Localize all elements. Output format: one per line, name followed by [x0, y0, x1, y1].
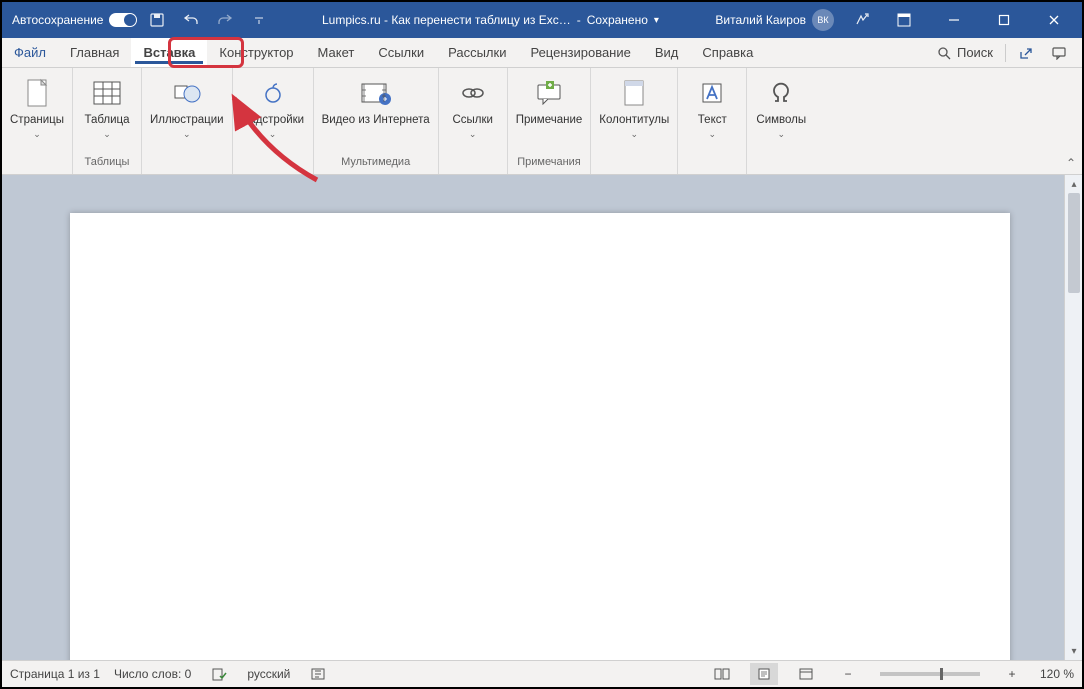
scroll-thumb[interactable]: [1068, 193, 1080, 293]
chevron-down-icon: ⌄: [183, 129, 191, 140]
zoom-slider[interactable]: [880, 672, 980, 676]
group-text: Текст ⌄: [678, 68, 747, 174]
minimize-button[interactable]: [932, 2, 976, 38]
group-links: Ссылки ⌄: [439, 68, 508, 174]
comment-button[interactable]: Примечание: [510, 72, 589, 154]
save-icon[interactable]: [143, 6, 171, 34]
group-comments: Примечание Примечания: [508, 68, 592, 174]
search-icon: [937, 46, 951, 60]
text-icon: [695, 76, 729, 110]
collapse-ribbon-icon[interactable]: ⌃: [1066, 156, 1076, 170]
document-title: Lumpics.ru - Как перенести таблицу из Ex…: [279, 13, 701, 27]
link-icon: [456, 76, 490, 110]
video-icon: [359, 76, 393, 110]
group-media: Видео из Интернета Мультимедиа: [314, 68, 439, 174]
maximize-button[interactable]: [982, 2, 1026, 38]
share-button[interactable]: [1010, 41, 1040, 65]
tab-home[interactable]: Главная: [58, 38, 131, 67]
comments-button[interactable]: [1044, 41, 1074, 65]
group-tables: Таблица ⌄ Таблицы: [73, 68, 142, 174]
vertical-scrollbar[interactable]: ▴ ▾: [1064, 175, 1082, 660]
chevron-down-icon: ⌄: [469, 129, 477, 140]
coming-soon-icon[interactable]: [848, 6, 876, 34]
chevron-down-icon: ⌄: [33, 129, 41, 140]
redo-icon[interactable]: [211, 6, 239, 34]
avatar: ВК: [812, 9, 834, 31]
zoom-level[interactable]: 120 %: [1040, 667, 1074, 681]
symbols-button[interactable]: Символы ⌄: [749, 72, 813, 154]
pages-button[interactable]: Страницы ⌄: [4, 72, 70, 154]
ribbon: Страницы ⌄ Таблица ⌄ Таблицы Иллюстрации…: [2, 68, 1082, 175]
zoom-in-icon[interactable]: +: [998, 663, 1026, 685]
autosave-toggle[interactable]: [109, 13, 137, 27]
autosave-label: Автосохранение: [12, 13, 103, 27]
addin-icon: [256, 76, 290, 110]
user-name: Виталий Каиров: [715, 13, 806, 27]
page-icon: [20, 76, 54, 110]
tab-review[interactable]: Рецензирование: [518, 38, 642, 67]
macros-icon[interactable]: [304, 663, 332, 685]
addins-button[interactable]: Надстройки ⌄: [235, 72, 311, 154]
group-addins: Надстройки ⌄: [233, 68, 314, 174]
zoom-out-icon[interactable]: −: [834, 663, 862, 685]
page-info[interactable]: Страница 1 из 1: [10, 667, 100, 681]
chevron-down-icon: ⌄: [631, 129, 639, 140]
search-label: Поиск: [957, 45, 993, 60]
qat-customize-icon[interactable]: [245, 6, 273, 34]
language-status[interactable]: русский: [247, 667, 290, 681]
header-icon: [617, 76, 651, 110]
ribbon-tabs: Файл Главная Вставка Конструктор Макет С…: [2, 38, 1082, 68]
links-button[interactable]: Ссылки ⌄: [441, 72, 505, 154]
text-button[interactable]: Текст ⌄: [680, 72, 744, 154]
scroll-up-icon[interactable]: ▴: [1065, 175, 1082, 193]
word-count[interactable]: Число слов: 0: [114, 667, 191, 681]
group-label-tables: Таблицы: [85, 154, 130, 171]
shapes-icon: [170, 76, 204, 110]
tab-insert[interactable]: Вставка: [131, 38, 207, 67]
document-page[interactable]: [70, 213, 1010, 660]
user-section[interactable]: Виталий Каиров ВК: [707, 9, 842, 31]
web-layout-icon[interactable]: [792, 663, 820, 685]
group-label-media: Мультимедиа: [341, 154, 410, 171]
group-symbols: Символы ⌄: [747, 68, 815, 174]
search-button[interactable]: Поиск: [929, 45, 1001, 60]
spellcheck-icon[interactable]: [205, 663, 233, 685]
autosave-section: Автосохранение: [8, 13, 137, 27]
online-video-button[interactable]: Видео из Интернета: [316, 72, 436, 154]
close-button[interactable]: [1032, 2, 1076, 38]
chevron-down-icon: ⌄: [709, 129, 717, 140]
chevron-down-icon: ⌄: [103, 129, 111, 140]
tab-references[interactable]: Ссылки: [366, 38, 436, 67]
table-icon: [90, 76, 124, 110]
tab-help[interactable]: Справка: [690, 38, 765, 67]
chevron-down-icon: ⌄: [269, 129, 277, 140]
group-label-comments: Примечания: [517, 154, 581, 171]
document-area: ▴ ▾: [2, 175, 1082, 660]
print-layout-icon[interactable]: [750, 663, 778, 685]
ribbon-display-icon[interactable]: [882, 2, 926, 38]
tab-layout[interactable]: Макет: [306, 38, 367, 67]
tab-file[interactable]: Файл: [2, 38, 58, 67]
title-bar: Автосохранение Lumpics.ru - Как перенест…: [2, 2, 1082, 38]
comment-icon: [532, 76, 566, 110]
read-mode-icon[interactable]: [708, 663, 736, 685]
doc-title-text: Lumpics.ru - Как перенести таблицу из Ex…: [322, 13, 571, 27]
chevron-down-icon: ⌄: [778, 129, 786, 140]
tab-view[interactable]: Вид: [643, 38, 691, 67]
scroll-down-icon[interactable]: ▾: [1065, 642, 1082, 660]
group-pages: Страницы ⌄: [2, 68, 73, 174]
illustrations-button[interactable]: Иллюстрации ⌄: [144, 72, 230, 154]
undo-icon[interactable]: [177, 6, 205, 34]
tab-mailings[interactable]: Рассылки: [436, 38, 518, 67]
group-illustrations: Иллюстрации ⌄: [142, 68, 233, 174]
status-bar: Страница 1 из 1 Число слов: 0 русский − …: [2, 660, 1082, 687]
headerfooter-button[interactable]: Колонтитулы ⌄: [593, 72, 675, 154]
chevron-down-icon[interactable]: ▾: [654, 15, 659, 26]
table-button[interactable]: Таблица ⌄: [75, 72, 139, 154]
tab-design[interactable]: Конструктор: [207, 38, 305, 67]
symbol-icon: [764, 76, 798, 110]
saved-status: Сохранено: [587, 13, 648, 27]
group-headerfooter: Колонтитулы ⌄: [591, 68, 678, 174]
